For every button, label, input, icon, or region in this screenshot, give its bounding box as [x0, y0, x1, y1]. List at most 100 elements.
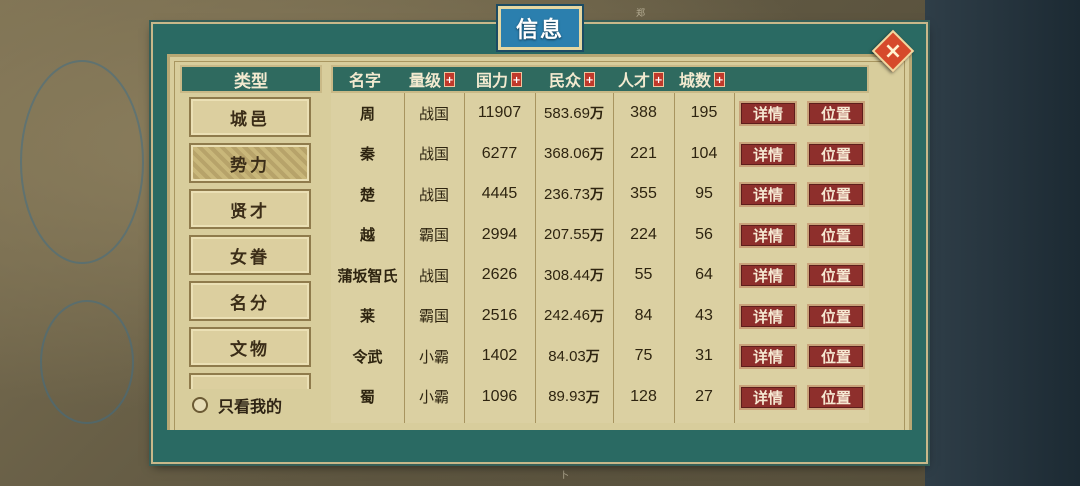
faction-talent: 221 — [630, 144, 657, 162]
location-button[interactable]: 位置 — [807, 101, 865, 126]
faction-cities: 104 — [690, 144, 718, 162]
column-header-tier[interactable]: 量级 + — [409, 67, 456, 91]
location-button[interactable]: 位置 — [807, 384, 865, 410]
column-header-talent[interactable]: 人才 + — [618, 67, 665, 91]
category-list[interactable]: 城邑 势力 贤才 女眷 名分 文物 — [180, 93, 322, 389]
faction-name: 莱 — [359, 307, 375, 325]
detail-button[interactable]: 详情 — [739, 182, 797, 207]
faction-tier: 战国 — [418, 185, 449, 204]
faction-power: 6277 — [481, 144, 518, 162]
only-mine-label: 只看我的 — [218, 397, 283, 416]
faction-cities: 95 — [695, 185, 713, 202]
column-header-cities[interactable]: 城数 + — [679, 67, 726, 91]
faction-cities: 43 — [695, 306, 713, 324]
population-value: 242.46 — [544, 307, 590, 324]
table-row[interactable]: 令武 小霸 1402 84.03 万 75 31 详情 位置 — [331, 336, 869, 376]
column-header-name: 名字 — [349, 71, 382, 90]
table-row[interactable]: 楚 战国 4445 236.73 万 355 95 详情 位置 — [331, 174, 869, 214]
detail-button[interactable]: 详情 — [739, 101, 797, 126]
location-button[interactable]: 位置 — [807, 141, 865, 167]
faction-talent: 224 — [630, 225, 657, 243]
map-region-label: 卜 — [560, 471, 570, 481]
faction-talent: 355 — [630, 185, 657, 202]
category-item-women[interactable]: 女眷 — [189, 235, 311, 275]
only-mine-toggle[interactable]: 只看我的 — [180, 387, 322, 423]
sort-icon[interactable]: + — [653, 71, 665, 87]
table-row[interactable]: 蜀 小霸 1096 89.93 万 128 27 详情 位置 — [331, 377, 869, 417]
faction-table[interactable]: 周战国 11907 583.69 万 388 195 详情 位置秦战国 6277 368.06 万 2… — [331, 93, 869, 423]
population-unit: 万 — [589, 268, 604, 284]
faction-talent: 388 — [630, 104, 657, 121]
population-unit: 万 — [585, 349, 600, 365]
population-value: 89.93 — [548, 388, 586, 405]
category-item-relic[interactable]: 文物 — [189, 327, 311, 367]
column-header-population[interactable]: 民众 + — [549, 67, 596, 91]
table-header: 名字 量级 + 国力 + 民众 + 人才 + 城数 + — [331, 65, 869, 93]
faction-tier: 战国 — [418, 104, 449, 123]
location-button[interactable]: 位置 — [807, 182, 865, 207]
faction-power: 2994 — [481, 225, 518, 243]
detail-button[interactable]: 详情 — [739, 384, 797, 410]
table-row[interactable]: 蒲坂智氏 战国 2626 308.44 万 55 64 详情 位置 — [331, 255, 869, 295]
faction-name: 蜀 — [359, 388, 375, 406]
category-item-talent[interactable]: 贤才 — [189, 189, 311, 229]
sort-icon[interactable]: + — [444, 71, 456, 87]
detail-button[interactable]: 详情 — [739, 263, 797, 288]
category-item-title[interactable]: 名分 — [189, 281, 311, 321]
sort-icon[interactable]: + — [511, 71, 523, 87]
faction-cities: 195 — [690, 104, 718, 121]
close-icon[interactable]: × — [878, 36, 908, 66]
population-unit: 万 — [589, 308, 604, 325]
faction-tier: 小霸 — [418, 347, 449, 366]
faction-name: 蒲坂智氏 — [337, 266, 398, 285]
table-row[interactable]: 越 霸国 2994 207.55 万 224 56 详情 位置 — [331, 215, 869, 255]
population-unit: 万 — [585, 389, 600, 406]
faction-population: 308.44 万 — [535, 255, 613, 295]
sort-icon[interactable]: + — [584, 71, 596, 87]
population-value: 84.03 — [548, 347, 586, 365]
map-river — [40, 300, 134, 424]
category-item-city[interactable]: 城邑 — [189, 97, 311, 137]
location-button[interactable]: 位置 — [807, 222, 865, 248]
faction-tier: 小霸 — [418, 388, 449, 406]
population-value: 368.06 — [544, 145, 590, 162]
population-value: 308.44 — [544, 266, 590, 284]
faction-tier: 霸国 — [418, 226, 449, 244]
detail-button[interactable]: 详情 — [739, 222, 797, 248]
population-unit: 万 — [589, 227, 604, 244]
faction-name: 越 — [359, 226, 375, 244]
detail-button[interactable]: 详情 — [739, 141, 797, 167]
sort-icon[interactable]: + — [714, 71, 726, 87]
faction-name: 秦 — [359, 145, 375, 163]
faction-name: 周 — [359, 104, 375, 123]
detail-button[interactable]: 详情 — [739, 303, 797, 329]
detail-button[interactable]: 详情 — [739, 344, 797, 369]
location-button[interactable]: 位置 — [807, 344, 865, 369]
dialog-title: 信息 — [498, 6, 582, 50]
faction-talent: 84 — [634, 306, 653, 324]
faction-power: 11907 — [477, 104, 522, 121]
table-row[interactable]: 莱 霸国 2516 242.46 万 84 43 详情 位置 — [331, 296, 869, 336]
faction-talent: 75 — [634, 347, 653, 364]
faction-cities: 27 — [695, 387, 713, 405]
faction-population: 84.03 万 — [535, 336, 613, 376]
faction-name: 楚 — [359, 185, 375, 204]
location-button[interactable]: 位置 — [807, 263, 865, 288]
location-button[interactable]: 位置 — [807, 303, 865, 329]
table-row[interactable]: 秦 战国 6277 368.06 万 221 104 详情 位置 — [331, 134, 869, 174]
faction-power: 1402 — [481, 347, 518, 364]
faction-talent: 55 — [634, 266, 653, 283]
faction-power: 2626 — [481, 266, 518, 283]
population-value: 583.69 — [544, 104, 590, 122]
faction-power: 1096 — [481, 387, 518, 405]
faction-tier: 战国 — [418, 266, 449, 285]
faction-name: 令武 — [352, 347, 383, 366]
table-row[interactable]: 周 战国 11907 583.69 万 388 195 详情 位置 — [331, 93, 869, 133]
faction-population: 368.06 万 — [535, 134, 613, 174]
faction-power: 4445 — [481, 185, 518, 202]
category-item-faction[interactable]: 势力 — [189, 143, 311, 183]
column-header-power[interactable]: 国力 + — [476, 67, 523, 91]
faction-tier: 战国 — [418, 145, 449, 163]
faction-tier: 霸国 — [418, 307, 449, 325]
radio-icon[interactable] — [192, 397, 208, 413]
